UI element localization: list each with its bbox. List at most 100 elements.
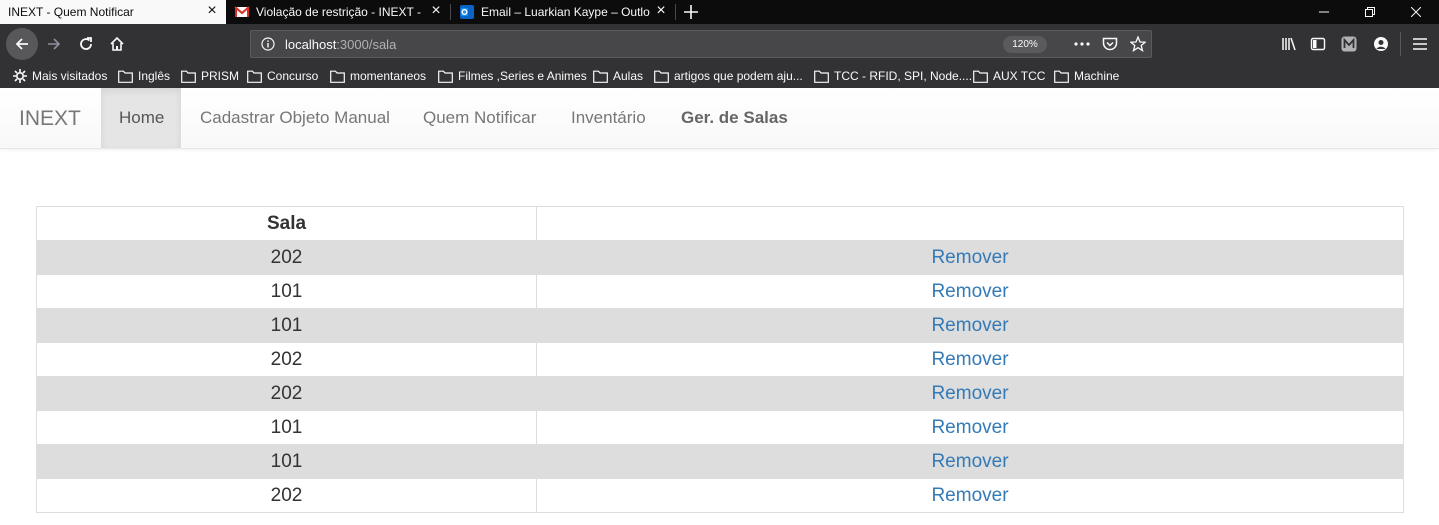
rooms-table: Sala 202 Remover 101 Remover 101 Remover… <box>36 206 1404 513</box>
library-icon <box>1282 37 1296 51</box>
minimize-icon <box>1319 11 1329 13</box>
bookmark-folder-ingles[interactable]: Inglês <box>118 68 170 84</box>
remove-link[interactable]: Remover <box>931 247 1008 268</box>
toolbar-separator <box>1400 32 1401 56</box>
forward-button[interactable] <box>42 32 66 56</box>
tab-title: Violação de restrição - INEXT - <box>256 5 421 19</box>
bookmark-mais-visitados[interactable]: Mais visitados <box>13 68 107 84</box>
remove-link[interactable]: Remover <box>931 451 1008 472</box>
address-bar[interactable]: localhost:3000/sala 120% <box>250 30 1152 58</box>
table-body: 202 Remover 101 Remover 101 Remover 202 … <box>36 240 1404 513</box>
nav-link-inventario[interactable]: Inventário <box>553 88 664 148</box>
folder-icon <box>247 70 262 83</box>
url-path: :3000/sala <box>336 37 397 52</box>
outlook-icon <box>460 5 474 19</box>
action-cell: Remover <box>536 274 1404 309</box>
extension-m-icon <box>1341 36 1357 52</box>
bookmark-label: Mais visitados <box>32 69 108 83</box>
new-tab-button[interactable] <box>680 0 702 24</box>
room-cell: 101 <box>36 410 537 445</box>
room-cell: 101 <box>36 308 537 343</box>
room-cell: 101 <box>36 274 537 309</box>
close-tab-icon[interactable]: × <box>653 3 669 19</box>
info-icon[interactable] <box>261 37 275 51</box>
sidebar-button[interactable] <box>1306 32 1330 56</box>
hamburger-menu-icon <box>1413 38 1427 50</box>
table-row: 101 Remover <box>36 308 1404 343</box>
bookmark-folder-prism[interactable]: PRISM <box>181 68 239 84</box>
folder-icon <box>181 70 196 83</box>
minimize-window-button[interactable] <box>1301 0 1347 24</box>
action-cell: Remover <box>536 240 1404 275</box>
remove-link[interactable]: Remover <box>931 417 1008 438</box>
sidebar-icon <box>1310 37 1326 51</box>
table-row: 101 Remover <box>36 410 1404 445</box>
close-tab-icon[interactable]: × <box>204 3 220 19</box>
close-tab-icon[interactable]: × <box>428 3 444 19</box>
folder-icon <box>118 70 133 83</box>
back-button[interactable] <box>6 28 38 60</box>
nav-link-quem-notificar[interactable]: Quem Notificar <box>405 88 554 148</box>
pocket-icon[interactable] <box>1102 37 1118 52</box>
table-row: 101 Remover <box>36 444 1404 479</box>
remove-link[interactable]: Remover <box>931 281 1008 302</box>
gear-icon <box>13 69 27 83</box>
site-navbar: INEXT Home Cadastrar Objeto Manual Quem … <box>0 88 1439 149</box>
bookmark-label: momentaneos <box>350 69 427 83</box>
remove-link[interactable]: Remover <box>931 349 1008 370</box>
bookmark-folder-momentaneos[interactable]: momentaneos <box>330 68 426 84</box>
bookmark-label: Concurso <box>267 69 319 83</box>
bookmark-folder-concurso[interactable]: Concurso <box>247 68 318 84</box>
page-actions-icon[interactable] <box>1074 42 1090 46</box>
bookmark-label: artigos que podem aju... <box>674 69 803 83</box>
table-row: 101 Remover <box>36 274 1404 309</box>
folder-icon <box>1054 70 1069 83</box>
brand-logo[interactable]: INEXT <box>19 107 81 131</box>
nav-link-home[interactable]: Home <box>101 88 181 148</box>
bookmark-label: Filmes ,Series e Animes <box>458 69 587 83</box>
url-text[interactable]: localhost:3000/sala <box>285 37 396 52</box>
reload-button[interactable] <box>74 32 98 56</box>
room-cell: 202 <box>36 342 537 377</box>
home-button[interactable] <box>105 32 129 56</box>
nav-link-ger-de-salas[interactable]: Ger. de Salas <box>663 88 806 148</box>
bookmark-folder-filmes[interactable]: Filmes ,Series e Animes <box>438 68 587 84</box>
menu-button[interactable] <box>1408 32 1432 56</box>
library-button[interactable] <box>1277 32 1301 56</box>
bookmarks-toolbar: Mais visitados Inglês PRISM Concurso mom… <box>0 64 1439 88</box>
bookmark-folder-aux-tcc[interactable]: AUX TCC <box>973 68 1045 84</box>
gmail-icon <box>234 6 250 17</box>
action-cell: Remover <box>536 342 1404 377</box>
restore-icon <box>1365 7 1375 17</box>
bookmark-label: TCC - RFID, SPI, Node.... <box>834 69 973 83</box>
remove-link[interactable]: Remover <box>931 383 1008 404</box>
action-cell: Remover <box>536 444 1404 479</box>
folder-icon <box>814 70 829 83</box>
bookmark-folder-artigos[interactable]: artigos que podem aju... <box>654 68 803 84</box>
remove-link[interactable]: Remover <box>931 485 1008 506</box>
table-row: 202 Remover <box>36 342 1404 377</box>
zoom-level-button[interactable]: 120% <box>1003 36 1047 53</box>
tab-email-outlook[interactable]: Email – Luarkian Kaype – Outlo × <box>451 0 675 24</box>
bookmark-folder-machine[interactable]: Machine <box>1054 68 1119 84</box>
tab-violacao-restricao[interactable]: Violação de restrição - INEXT - × <box>226 0 450 24</box>
close-window-button[interactable] <box>1393 0 1439 24</box>
bookmark-star-icon[interactable] <box>1130 36 1146 52</box>
account-button[interactable] <box>1369 32 1393 56</box>
bookmark-label: AUX TCC <box>993 69 1046 83</box>
browser-toolbar: localhost:3000/sala 120% <box>0 24 1439 64</box>
folder-icon <box>654 70 669 83</box>
tab-inext-quem-notificar[interactable]: INEXT - Quem Notificar × <box>0 0 226 24</box>
restore-window-button[interactable] <box>1347 0 1393 24</box>
folder-icon <box>330 70 345 83</box>
column-header-actions <box>536 206 1404 241</box>
remove-link[interactable]: Remover <box>931 315 1008 336</box>
action-cell: Remover <box>536 376 1404 411</box>
bookmark-folder-aulas[interactable]: Aulas <box>593 68 643 84</box>
nav-link-cadastrar-objeto-manual[interactable]: Cadastrar Objeto Manual <box>182 88 408 148</box>
bookmark-folder-tcc-rfid[interactable]: TCC - RFID, SPI, Node.... <box>814 68 972 84</box>
action-cell: Remover <box>536 478 1404 513</box>
extension-button[interactable] <box>1337 32 1361 56</box>
folder-icon <box>973 70 988 83</box>
tab-title: INEXT - Quem Notificar <box>8 5 134 19</box>
